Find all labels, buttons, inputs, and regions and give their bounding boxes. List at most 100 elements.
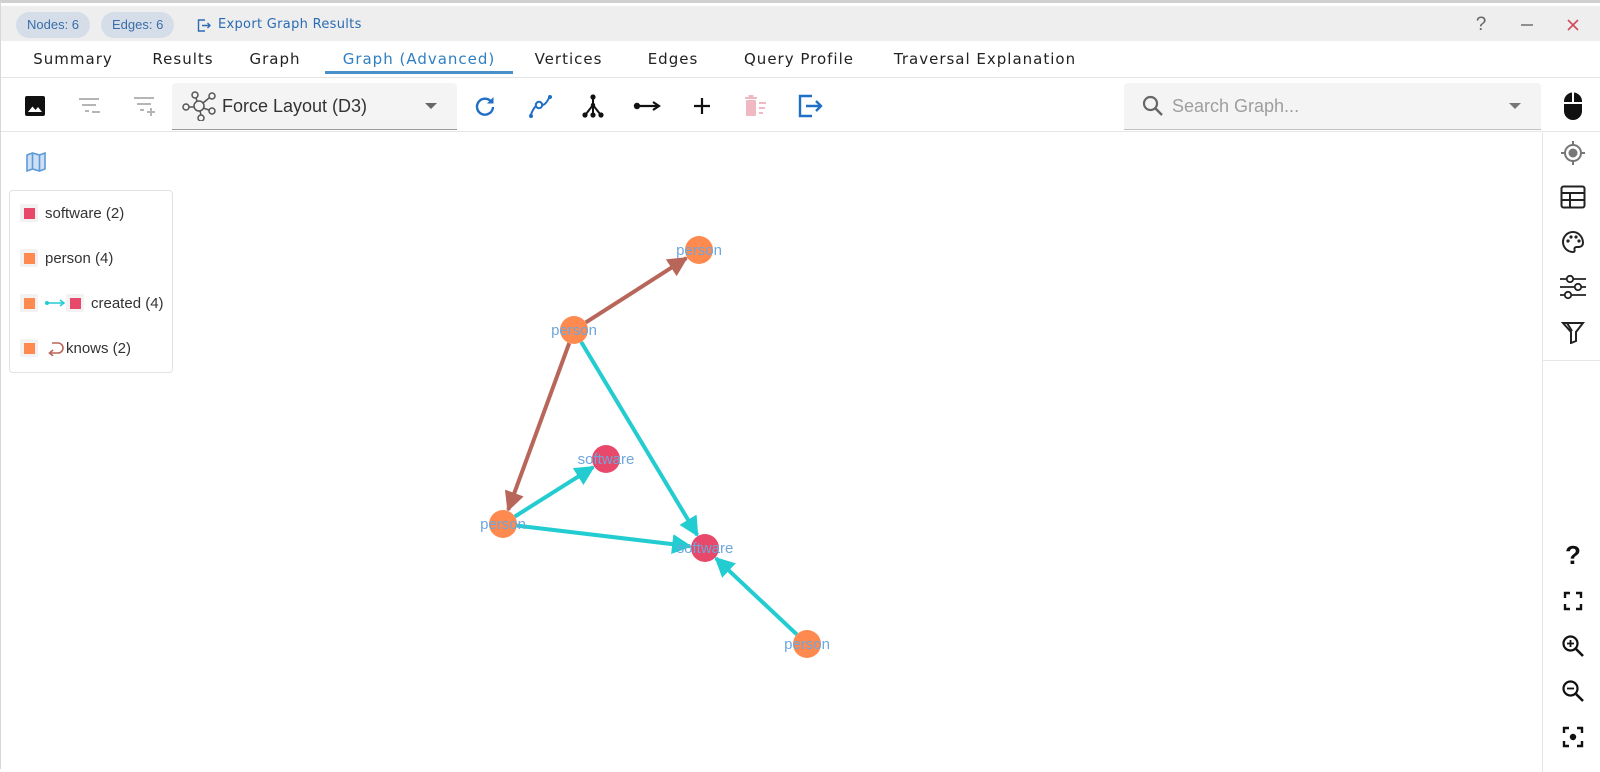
- chevron-down-icon[interactable]: [1509, 103, 1521, 109]
- legend-label: software (2): [45, 204, 125, 222]
- search-graph-input[interactable]: [1172, 95, 1492, 117]
- zoom-in-button[interactable]: [1557, 630, 1589, 662]
- target-icon: [1561, 141, 1585, 165]
- active-tab-indicator: [325, 71, 513, 74]
- node-label: person: [676, 242, 722, 259]
- graph-edge-created[interactable]: [579, 340, 699, 537]
- node-label: person: [551, 322, 597, 339]
- close-button[interactable]: [1561, 12, 1585, 38]
- chevron-down-icon: [425, 103, 437, 109]
- sidebar-divider: [1543, 360, 1600, 361]
- edge-arrow-icon: [45, 299, 66, 307]
- export-icon: [197, 18, 211, 32]
- edge-arrow-button[interactable]: [630, 89, 664, 123]
- graph-legend: software (2) person (4) created (4) know…: [9, 190, 173, 373]
- tab-edges[interactable]: Edges: [641, 41, 705, 78]
- graph-toolbar: Force Layout (D3): [1, 79, 1600, 132]
- export-icon: [798, 94, 823, 118]
- legend-item-person[interactable]: person (4): [20, 246, 113, 270]
- image-icon: [25, 96, 45, 116]
- close-icon: [1567, 19, 1579, 31]
- node-label: person: [784, 636, 830, 653]
- delete-button[interactable]: [739, 89, 773, 123]
- graph-edge-knows[interactable]: [504, 342, 572, 512]
- legend-item-knows[interactable]: knows (2): [20, 336, 131, 360]
- help-button[interactable]: ?: [1469, 12, 1493, 38]
- graph-node-person[interactable]: person: [784, 630, 830, 658]
- hierarchy-layout-button[interactable]: [576, 89, 610, 123]
- table-view-button[interactable]: [1557, 181, 1589, 213]
- delete-icon: [745, 95, 766, 116]
- refresh-layout-button[interactable]: [468, 89, 502, 123]
- graph-edge-created[interactable]: [513, 465, 596, 519]
- center-focus-icon: [1562, 726, 1584, 748]
- graph-layout-icon: [182, 91, 216, 121]
- legend-label: person (4): [45, 249, 114, 267]
- filter-add-button[interactable]: [128, 89, 162, 123]
- add-button[interactable]: [685, 89, 719, 123]
- search-graph-field[interactable]: [1124, 83, 1541, 130]
- map-icon: [26, 151, 46, 173]
- layout-select-value: Force Layout (D3): [222, 95, 368, 116]
- mouse-icon: [1564, 92, 1582, 120]
- legend-label: created (4): [91, 294, 164, 312]
- filter-icon: [1561, 322, 1585, 344]
- graph-node-software[interactable]: software: [677, 534, 734, 562]
- search-icon: [1142, 95, 1163, 116]
- graph-node-software[interactable]: software: [578, 445, 635, 473]
- legend-label: knows (2): [66, 339, 132, 357]
- locate-button[interactable]: [1557, 137, 1589, 169]
- table-icon: [1560, 185, 1586, 209]
- right-sidebar: ?: [1542, 133, 1600, 772]
- minimize-icon: [1521, 24, 1533, 26]
- tab-bar: Summary Results Graph Graph (Advanced) V…: [1, 41, 1600, 78]
- graph-edge-created[interactable]: [714, 556, 799, 636]
- software-color-swatch: [20, 204, 38, 222]
- zoom-in-icon: [1562, 635, 1584, 657]
- edges-count-chip: Edges: 6: [101, 12, 175, 38]
- app-window: Nodes: 6 Edges: 6 Export Graph Results ?…: [0, 0, 1600, 772]
- zoom-out-button[interactable]: [1557, 675, 1589, 707]
- graph-help-button[interactable]: ?: [1557, 539, 1589, 571]
- self-loop-icon: [48, 342, 64, 356]
- tab-vertices[interactable]: Vertices: [526, 41, 611, 78]
- save-image-button[interactable]: [18, 89, 52, 123]
- edge-curve-button[interactable]: [523, 89, 557, 123]
- filter-remove-icon: [79, 98, 100, 113]
- tab-traversal-explanation[interactable]: Traversal Explanation: [889, 41, 1081, 78]
- filter-button[interactable]: [1557, 316, 1589, 348]
- color-scheme-button[interactable]: [1557, 226, 1589, 258]
- person-color-swatch: [20, 294, 38, 312]
- legend-item-created[interactable]: created (4): [20, 291, 164, 315]
- mouse-mode-button[interactable]: [1557, 89, 1589, 123]
- tab-results[interactable]: Results: [135, 41, 231, 78]
- person-color-swatch: [20, 249, 38, 267]
- zoom-out-icon: [1562, 680, 1584, 702]
- legend-item-software[interactable]: software (2): [20, 201, 124, 225]
- top-bar: Nodes: 6 Edges: 6 Export Graph Results ?: [1, 6, 1600, 41]
- export-graph-results-button[interactable]: Export Graph Results: [197, 12, 362, 38]
- node-label: software: [677, 540, 734, 557]
- filter-remove-button[interactable]: [73, 89, 107, 123]
- center-focus-button[interactable]: [1557, 721, 1589, 753]
- graph-canvas[interactable]: person person software person software person: [1, 133, 1541, 772]
- graph-edge-knows[interactable]: [584, 256, 689, 325]
- palette-icon: [1562, 230, 1585, 254]
- node-label: person: [480, 516, 526, 533]
- add-icon: [694, 98, 710, 114]
- tab-query-profile[interactable]: Query Profile: [737, 41, 861, 78]
- hierarchy-icon: [582, 94, 604, 118]
- layout-select[interactable]: Force Layout (D3): [172, 83, 457, 130]
- fit-screen-button[interactable]: [1557, 585, 1589, 617]
- fit-screen-icon: [1563, 591, 1583, 611]
- minimize-button[interactable]: [1515, 12, 1539, 38]
- tab-summary[interactable]: Summary: [21, 41, 125, 78]
- settings-sliders-button[interactable]: [1557, 271, 1589, 303]
- export-graph-button[interactable]: [794, 89, 828, 123]
- edges-layer: [504, 256, 799, 636]
- legend-toggle-button[interactable]: [23, 149, 49, 175]
- tab-graph[interactable]: Graph: [241, 41, 309, 78]
- nodes-count-chip: Nodes: 6: [16, 12, 91, 38]
- node-label: software: [578, 451, 635, 468]
- graph-edge-created[interactable]: [516, 523, 693, 555]
